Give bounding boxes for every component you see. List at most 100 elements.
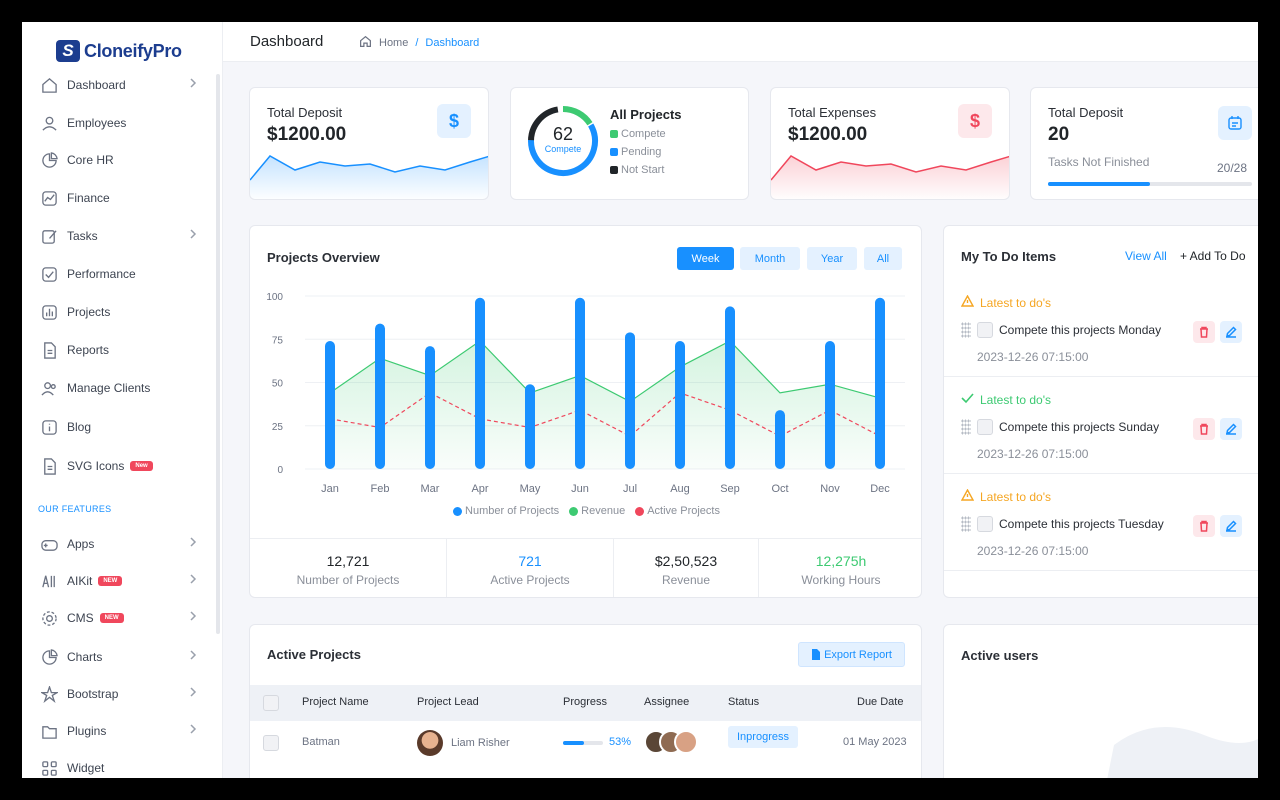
sidebar-item-plugins[interactable]: Plugins bbox=[40, 718, 200, 744]
range-week-button[interactable]: Week bbox=[677, 247, 734, 270]
bar-jul bbox=[625, 332, 635, 469]
th-assignee[interactable]: Assignee bbox=[644, 696, 689, 708]
add-todo-button[interactable]: + Add To Do bbox=[1180, 249, 1246, 263]
logo[interactable]: S CloneifyPro bbox=[56, 40, 182, 62]
pencil-icon bbox=[1226, 423, 1237, 435]
chevron-right-icon[interactable] bbox=[188, 649, 200, 661]
sidebar-item-aikit[interactable]: AIKit NEW bbox=[40, 568, 200, 594]
sidebar-item-tasks[interactable]: Tasks bbox=[40, 223, 200, 249]
expenses-value: $1200.00 bbox=[788, 124, 868, 145]
sidebar-item-charts[interactable]: Charts bbox=[40, 644, 200, 670]
bar-nov bbox=[825, 340, 835, 469]
chevron-right-icon[interactable] bbox=[188, 228, 200, 240]
todo-text: Compete this projects Sunday bbox=[999, 420, 1160, 434]
sidebar-item-cms[interactable]: CMS NEW bbox=[40, 605, 200, 631]
sidebar-item-performance[interactable]: Performance bbox=[40, 261, 200, 287]
table-row[interactable]: Batman Liam Risher 53% Inprogress 01 May… bbox=[250, 721, 921, 765]
sidebar-item-bootstrap[interactable]: Bootstrap bbox=[40, 681, 200, 707]
x-tick-label: Dec bbox=[870, 483, 890, 495]
todo-date: 2023-12-26 07:15:00 bbox=[977, 544, 1089, 558]
select-all-checkbox[interactable] bbox=[263, 695, 279, 711]
sidebar-scrollbar[interactable] bbox=[216, 74, 220, 634]
kpi-working-hours: 12,275h Working Hours bbox=[758, 538, 921, 597]
sidebar-item-core-hr[interactable]: Core HR bbox=[40, 147, 200, 173]
delete-button[interactable] bbox=[1193, 321, 1215, 343]
todo-date: 2023-12-26 07:15:00 bbox=[977, 350, 1089, 364]
sidebar-item-blog[interactable]: Blog bbox=[40, 414, 200, 440]
th-status[interactable]: Status bbox=[728, 696, 759, 708]
todo-item: Latest to do's Compete this projects Sund… bbox=[944, 377, 1258, 474]
edit-button[interactable] bbox=[1220, 515, 1242, 537]
todo-checkbox[interactable] bbox=[977, 322, 993, 338]
row-checkbox[interactable] bbox=[263, 735, 279, 751]
expenses-sparkline bbox=[771, 155, 1009, 199]
sidebar-item-widget[interactable]: Widget bbox=[40, 755, 200, 778]
new-badge: NEW bbox=[99, 613, 124, 623]
sidebar-item-manage-clients[interactable]: Manage Clients bbox=[40, 375, 200, 401]
sidebar-item-label: SVG Icons bbox=[67, 459, 125, 473]
drag-handle-icon[interactable] bbox=[961, 322, 971, 338]
kpi-label: Number of Projects bbox=[296, 573, 400, 587]
chevron-right-icon[interactable] bbox=[188, 77, 200, 89]
y-tick-label: 0 bbox=[277, 465, 283, 476]
home-icon[interactable] bbox=[359, 35, 372, 51]
kpi-value: 12,721 bbox=[326, 553, 370, 569]
x-tick-label: Jul bbox=[623, 483, 637, 495]
deposit-value: $1200.00 bbox=[267, 124, 347, 145]
pencil-icon bbox=[1226, 520, 1237, 532]
legend-swatch bbox=[610, 166, 618, 174]
sidebar-item-svg-icons[interactable]: SVG Icons New bbox=[40, 453, 200, 479]
todo-checkbox[interactable] bbox=[977, 419, 993, 435]
sidebar-item-label: Core HR bbox=[67, 153, 114, 167]
range-month-button[interactable]: Month bbox=[740, 247, 800, 270]
sidebar-item-employees[interactable]: Employees bbox=[40, 110, 200, 136]
active-users-title: Active users bbox=[961, 648, 1039, 663]
delete-button[interactable] bbox=[1193, 418, 1215, 440]
grid-icon bbox=[40, 759, 58, 777]
breadcrumb: Home / Dashboard bbox=[359, 35, 479, 51]
sidebar-item-apps[interactable]: Apps bbox=[40, 531, 200, 557]
th-project-name[interactable]: Project Name bbox=[302, 696, 369, 708]
star-icon bbox=[40, 685, 58, 703]
todo-checkbox[interactable] bbox=[977, 516, 993, 532]
sidebar-item-label: Dashboard bbox=[67, 78, 126, 92]
todo-card: My To Do Items View All + Add To Do Late… bbox=[943, 225, 1258, 598]
sidebar-item-finance[interactable]: Finance bbox=[40, 185, 200, 211]
delete-button[interactable] bbox=[1193, 515, 1215, 537]
deposit-sparkline bbox=[250, 155, 488, 199]
file-icon bbox=[40, 341, 58, 359]
legend-compete: Compete bbox=[621, 128, 666, 140]
sidebar-item-reports[interactable]: Reports bbox=[40, 337, 200, 363]
chevron-right-icon[interactable] bbox=[188, 723, 200, 735]
chevron-right-icon[interactable] bbox=[188, 610, 200, 622]
check-icon bbox=[961, 392, 974, 407]
edit-button[interactable] bbox=[1220, 418, 1242, 440]
project-lead: Liam Risher bbox=[417, 730, 510, 756]
th-due-date[interactable]: Due Date bbox=[857, 696, 903, 708]
due-date: 01 May 2023 bbox=[843, 736, 907, 748]
new-badge: New bbox=[130, 461, 153, 471]
chevron-right-icon[interactable] bbox=[188, 686, 200, 698]
th-progress[interactable]: Progress bbox=[563, 696, 607, 708]
th-project-lead[interactable]: Project Lead bbox=[417, 696, 479, 708]
chevron-right-icon[interactable] bbox=[188, 536, 200, 548]
sidebar-item-label: Widget bbox=[67, 761, 105, 775]
projects-legend: All Projects Compete Pending Not Start bbox=[610, 107, 682, 179]
edit-button[interactable] bbox=[1220, 321, 1242, 343]
chevron-right-icon[interactable] bbox=[188, 573, 200, 585]
sidebar-item-dashboard[interactable]: Dashboard bbox=[40, 72, 200, 98]
kpi-active-projects: 721 Active Projects bbox=[446, 538, 613, 597]
assignee-group[interactable] bbox=[644, 730, 698, 754]
todo-date: 2023-12-26 07:15:00 bbox=[977, 447, 1089, 461]
sidebar-item-label: Bootstrap bbox=[67, 687, 119, 701]
export-report-button[interactable]: Export Report bbox=[798, 642, 905, 667]
trash-icon bbox=[1200, 520, 1208, 532]
active-projects-title: Active Projects bbox=[267, 647, 361, 662]
range-year-button[interactable]: Year bbox=[807, 247, 857, 270]
range-all-button[interactable]: All bbox=[864, 247, 902, 270]
drag-handle-icon[interactable] bbox=[961, 516, 971, 532]
drag-handle-icon[interactable] bbox=[961, 419, 971, 435]
view-all-link[interactable]: View All bbox=[1125, 249, 1167, 263]
sidebar-item-projects[interactable]: Projects bbox=[40, 299, 200, 325]
breadcrumb-home[interactable]: Home bbox=[379, 37, 408, 49]
